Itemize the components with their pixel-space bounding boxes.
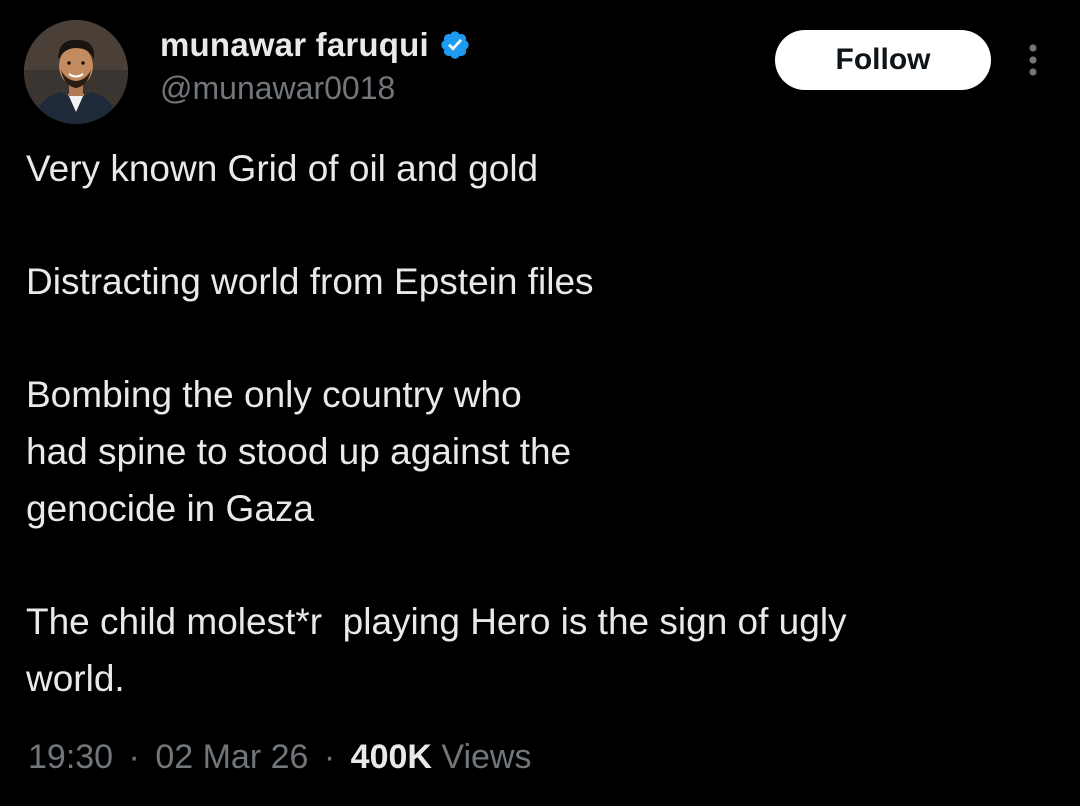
tweet-time[interactable]: 19:30: [28, 738, 113, 776]
follow-button[interactable]: Follow: [775, 30, 991, 90]
avatar[interactable]: [24, 20, 128, 124]
tweet-line: genocide in Gaza: [26, 488, 314, 529]
meta-separator: ·: [323, 738, 336, 776]
meta-separator: ·: [128, 738, 140, 776]
tweet-meta: 19:30 · 02 Mar 26 · 400K Views: [28, 738, 531, 777]
avatar-image: [24, 20, 128, 124]
tweet-line: Distracting world from Epstein files: [26, 261, 594, 302]
tweet-line: world.: [26, 658, 125, 699]
more-vertical-icon[interactable]: [1018, 40, 1048, 80]
tweet-card: munawar faruqui @munawar0018 Follow Very…: [0, 0, 1080, 806]
tweet-paragraph: Distracting world from Epstein files: [26, 253, 1046, 310]
tweet-line: The child molest*r playing Hero is the s…: [26, 601, 847, 642]
author-name-row: munawar faruqui: [160, 26, 471, 64]
tweet-text: Very known Grid of oil and gold Distract…: [26, 140, 1046, 707]
tweet-line: had spine to stood up against the: [26, 431, 572, 472]
tweet-paragraph: Bombing the only country who had spine t…: [26, 366, 1046, 537]
verified-badge-icon: [439, 29, 471, 61]
tweet-paragraph: The child molest*r playing Hero is the s…: [26, 593, 1046, 707]
tweet-paragraph: Very known Grid of oil and gold: [26, 140, 1046, 197]
tweet-line: Bombing the only country who: [26, 374, 522, 415]
tweet-date[interactable]: 02 Mar 26: [155, 738, 308, 776]
views-label: Views: [441, 738, 532, 776]
views-count: 400K: [350, 738, 432, 776]
author-handle[interactable]: @munawar0018: [160, 70, 395, 107]
author-display-name[interactable]: munawar faruqui: [160, 26, 429, 64]
tweet-line: Very known Grid of oil and gold: [26, 148, 539, 189]
